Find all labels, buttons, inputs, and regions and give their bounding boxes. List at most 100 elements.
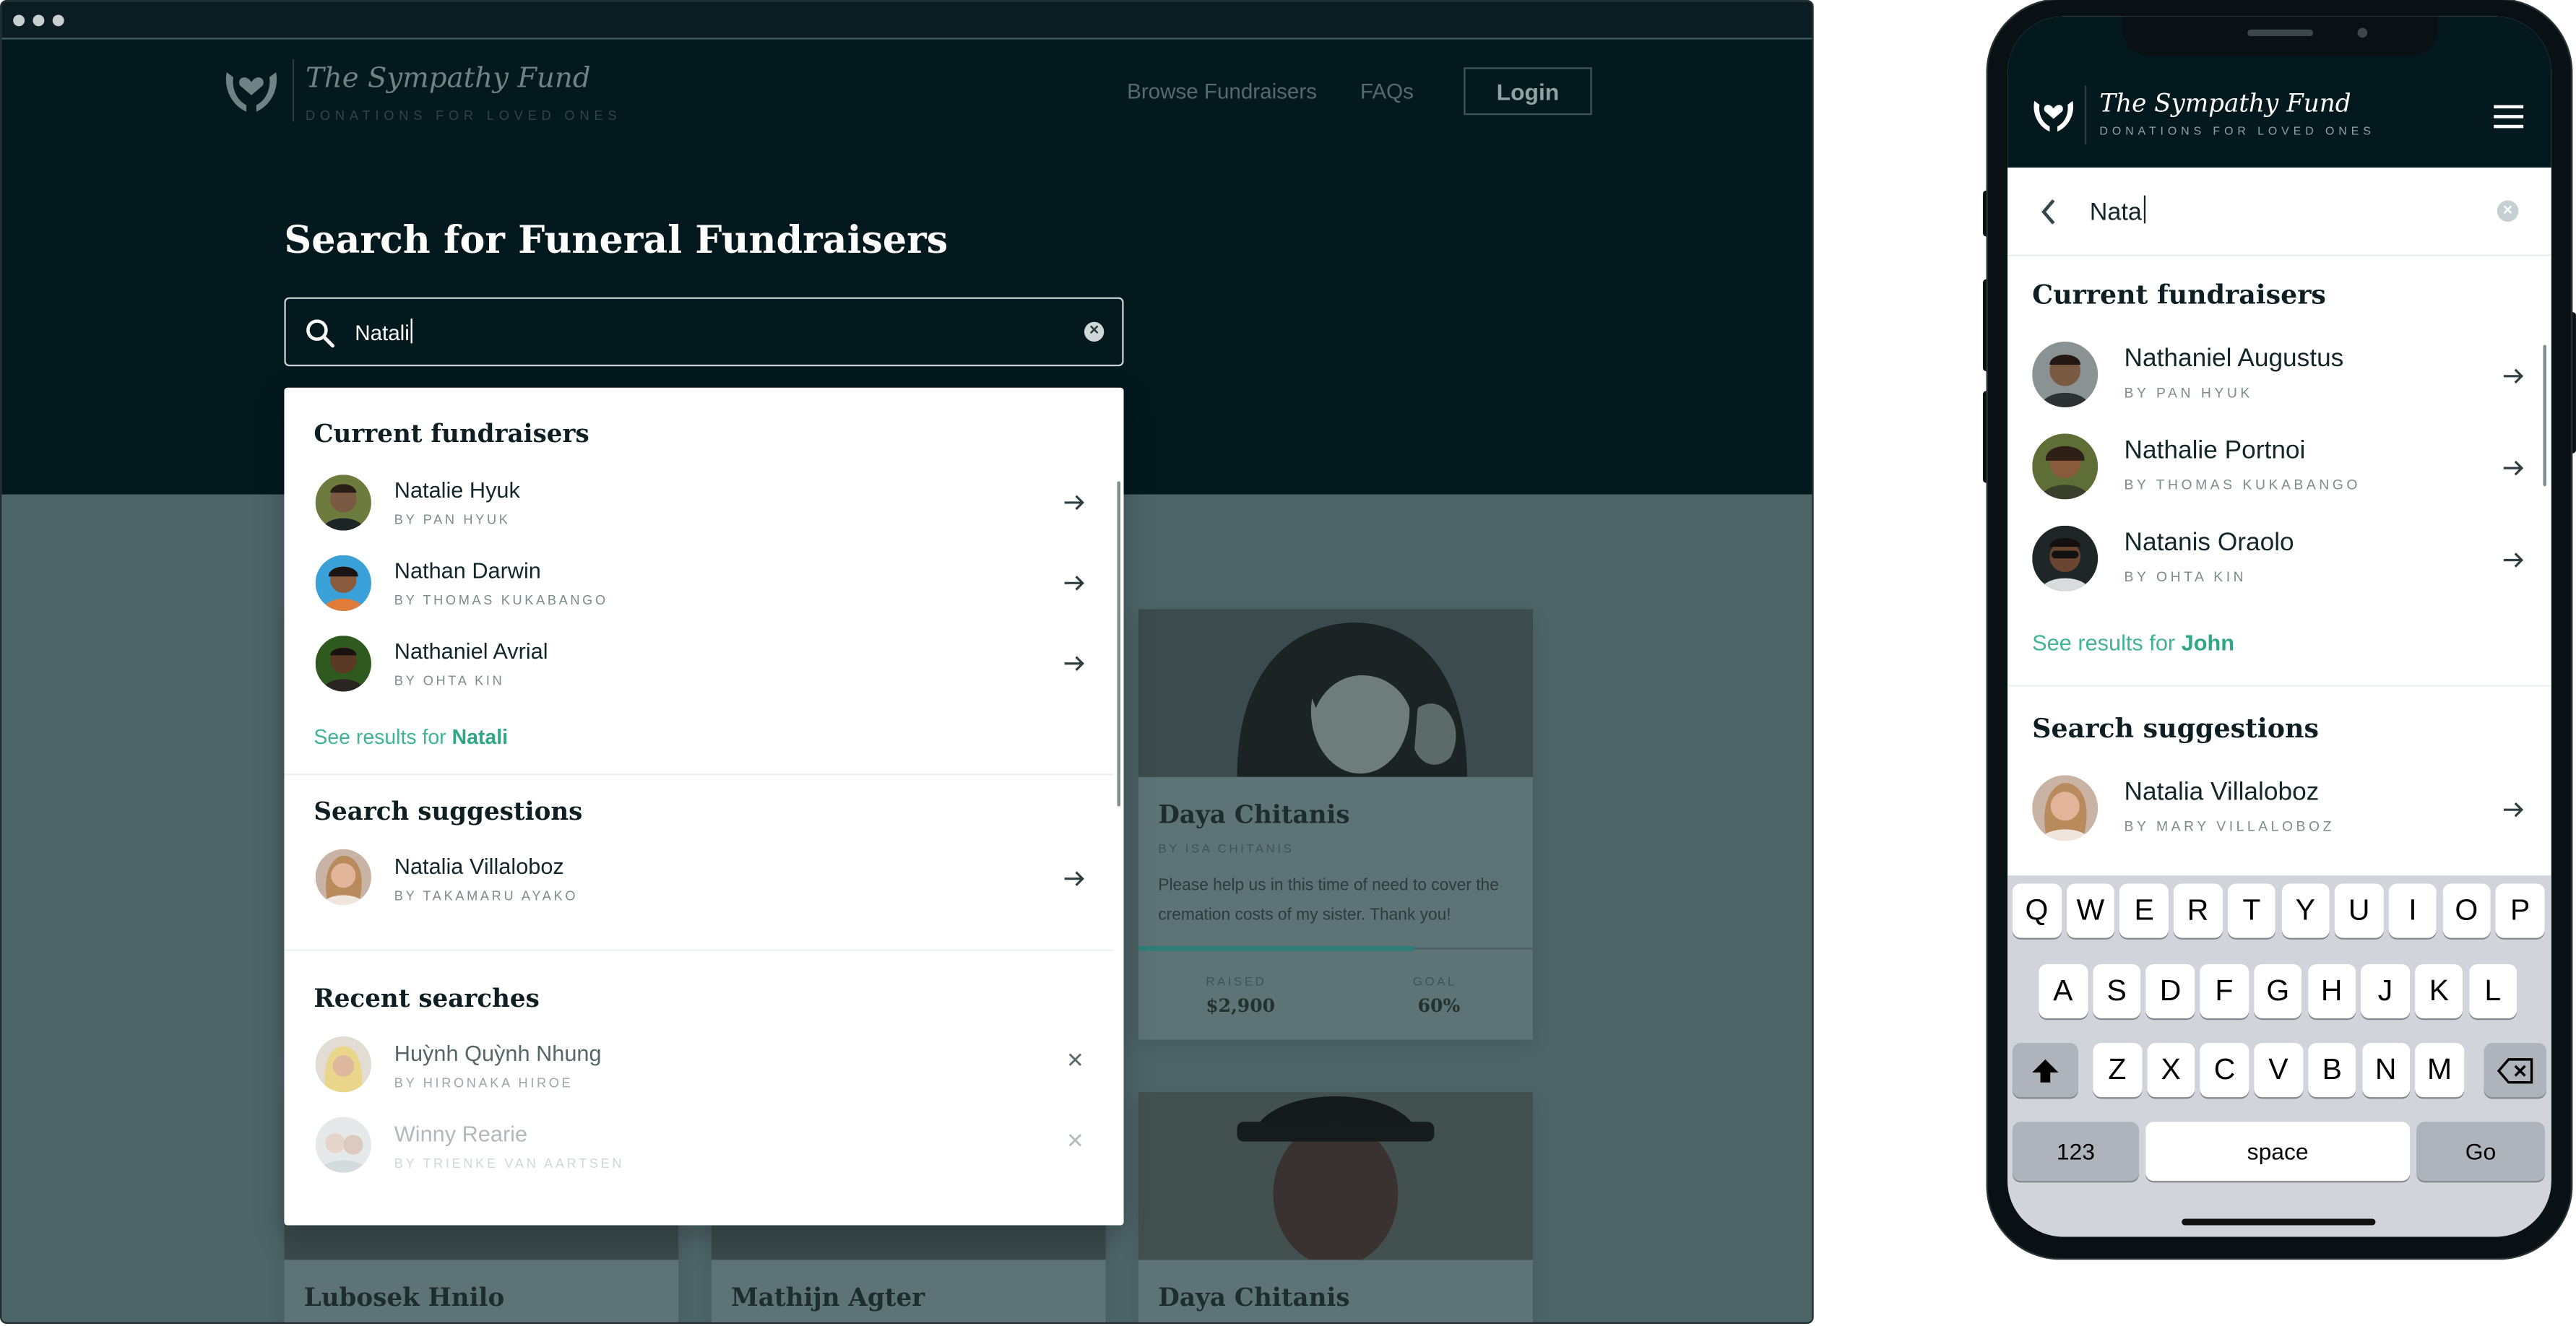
clear-search-icon[interactable]: ×	[2497, 200, 2519, 222]
key-f[interactable]: F	[2200, 963, 2249, 1019]
see-results-link[interactable]: See results for Natali	[314, 726, 508, 749]
card-title: Daya Chitanis	[1158, 800, 1350, 830]
browser-titlebar	[1, 1, 1812, 40]
result-row[interactable]: Nathan Darwin BY THOMAS KUKABANGO	[284, 552, 1113, 625]
avatar	[315, 555, 371, 612]
dropdown-scrollbar[interactable]	[1117, 481, 1121, 807]
card-title: Mathijn Agter	[731, 1283, 925, 1313]
clear-search-icon[interactable]: ×	[1084, 321, 1105, 342]
shift-key[interactable]	[2012, 1043, 2078, 1098]
recent-row[interactable]: Winny Rearie BY TRIENKE VAN AARTSEN ✕	[284, 1117, 1113, 1190]
space-key[interactable]: space	[2145, 1122, 2411, 1182]
result-row[interactable]: Natanis Oraolo BY OHTA KIN	[2007, 522, 2551, 601]
remove-recent-icon[interactable]: ✕	[1066, 1128, 1084, 1154]
avatar	[2032, 433, 2099, 500]
key-d[interactable]: D	[2145, 963, 2195, 1019]
key-h[interactable]: H	[2307, 963, 2356, 1019]
key-k[interactable]: K	[2414, 963, 2463, 1019]
numbers-key[interactable]: 123	[2012, 1122, 2140, 1182]
search-suggestions-heading: Search suggestions	[2032, 713, 2319, 745]
key-n[interactable]: N	[2361, 1043, 2411, 1098]
card-title: Lubosek Hnilo	[303, 1283, 505, 1313]
brand-name[interactable]: The Sympathy Fund	[306, 62, 591, 95]
key-s[interactable]: S	[2092, 963, 2141, 1019]
backspace-key[interactable]	[2484, 1043, 2547, 1098]
result-name: Huỳnh Quỳnh Nhung	[394, 1041, 602, 1066]
see-results-link[interactable]: See results for John	[2032, 630, 2234, 655]
current-fundraisers-heading: Current fundraisers	[2032, 279, 2326, 311]
hands-heart-logo-icon[interactable]	[222, 62, 281, 118]
key-q[interactable]: Q	[2012, 883, 2061, 938]
avatar	[315, 1036, 371, 1093]
avatar	[315, 1117, 371, 1173]
arrow-right-icon	[1064, 495, 1084, 511]
hamburger-menu-icon[interactable]	[2484, 95, 2530, 138]
recent-row[interactable]: Huỳnh Quỳnh Nhung BY HIRONAKA HIROE ✕	[284, 1036, 1113, 1110]
key-y[interactable]: Y	[2281, 883, 2330, 938]
key-t[interactable]: T	[2227, 883, 2276, 938]
brand-name[interactable]: The Sympathy Fund	[2099, 89, 2351, 118]
mobile-screen: The Sympathy Fund DONATIONS FOR LOVED ON…	[2007, 16, 2551, 1237]
window-minimize-dot[interactable]	[33, 14, 45, 27]
key-c[interactable]: C	[2200, 1043, 2249, 1098]
login-button[interactable]: Login	[1464, 67, 1592, 116]
result-name: Nathalie Portnoi	[2124, 436, 2306, 465]
mobile-search-input[interactable]: Nata ×	[2007, 168, 2551, 256]
key-e[interactable]: E	[2119, 883, 2169, 938]
window-close-dot[interactable]	[13, 14, 25, 27]
key-g[interactable]: G	[2253, 963, 2302, 1019]
go-key[interactable]: Go	[2416, 1122, 2545, 1182]
current-fundraisers-heading: Current fundraisers	[314, 418, 589, 448]
mobile-scrollbar[interactable]	[2543, 344, 2547, 487]
key-a[interactable]: A	[2039, 963, 2088, 1019]
nav-browse-fundraisers[interactable]: Browse Fundraisers	[1127, 79, 1317, 103]
suggestion-row[interactable]: Natalia Villaloboz BY TAKAMARU AYAKO	[284, 849, 1113, 923]
chevron-left-icon[interactable]	[2041, 199, 2057, 225]
phone-notch	[2122, 16, 2438, 56]
result-name: Natalie Hyuk	[394, 477, 520, 503]
result-author: BY MARY VILLALOBOZ	[2124, 818, 2335, 835]
avatar	[2032, 525, 2099, 592]
search-input-value: Natali	[355, 318, 413, 345]
card-photo	[1138, 609, 1533, 777]
arrow-right-icon	[2503, 460, 2524, 476]
key-z[interactable]: Z	[2093, 1043, 2142, 1098]
key-m[interactable]: M	[2415, 1043, 2464, 1098]
nav-faqs[interactable]: FAQs	[1360, 79, 1414, 103]
result-row[interactable]: Natalie Hyuk BY PAN HYUK	[284, 472, 1113, 545]
avatar	[315, 474, 371, 531]
key-w[interactable]: W	[2066, 883, 2115, 938]
key-v[interactable]: V	[2254, 1043, 2303, 1098]
mobile-phone-frame: The Sympathy Fund DONATIONS FOR LOVED ON…	[1987, 0, 2572, 1259]
hands-heart-logo-icon[interactable]	[2031, 92, 2077, 138]
key-b[interactable]: B	[2307, 1043, 2356, 1098]
key-u[interactable]: U	[2335, 883, 2384, 938]
search-results-dropdown: Current fundraisers Natalie Hyuk BY PAN …	[284, 387, 1124, 1226]
remove-recent-icon[interactable]: ✕	[1066, 1048, 1084, 1074]
key-j[interactable]: J	[2361, 963, 2410, 1019]
fundraiser-card-bottom-3[interactable]: Daya Chitanis	[1138, 1092, 1533, 1322]
key-o[interactable]: O	[2442, 883, 2491, 938]
arrow-right-icon	[1064, 576, 1084, 591]
search-input[interactable]: Natali ×	[284, 297, 1124, 367]
result-row[interactable]: Nathaniel Avrial BY OHTA KIN	[284, 633, 1113, 706]
fundraiser-card-featured[interactable]: Daya Chitanis BY ISA CHITANIS Please hel…	[1138, 609, 1533, 1040]
result-name: Nathaniel Avrial	[394, 638, 548, 664]
key-r[interactable]: R	[2173, 883, 2223, 938]
key-p[interactable]: P	[2496, 883, 2545, 938]
result-row[interactable]: Nathaniel Augustus BY PAN HYUK	[2007, 338, 2551, 417]
key-l[interactable]: L	[2468, 963, 2517, 1019]
search-suggestions-heading: Search suggestions	[314, 796, 583, 826]
result-name: Winny Rearie	[394, 1122, 528, 1147]
arrow-right-icon	[1064, 656, 1084, 671]
raised-label: RAISED	[1206, 974, 1267, 989]
arrow-right-icon	[1064, 871, 1084, 886]
key-x[interactable]: X	[2146, 1043, 2195, 1098]
result-row[interactable]: Nathalie Portnoi BY THOMAS KUKABANGO	[2007, 430, 2551, 509]
desktop-browser-window: Daya Chitanis BY ISA CHITANIS Please hel…	[0, 0, 1814, 1325]
card-photo	[1138, 1092, 1533, 1260]
suggestion-row[interactable]: Natalia Villaloboz BY MARY VILLALOBOZ	[2007, 772, 2551, 851]
window-maximize-dot[interactable]	[52, 14, 64, 27]
result-author: BY PAN HYUK	[2124, 384, 2253, 401]
key-i[interactable]: I	[2388, 883, 2437, 938]
